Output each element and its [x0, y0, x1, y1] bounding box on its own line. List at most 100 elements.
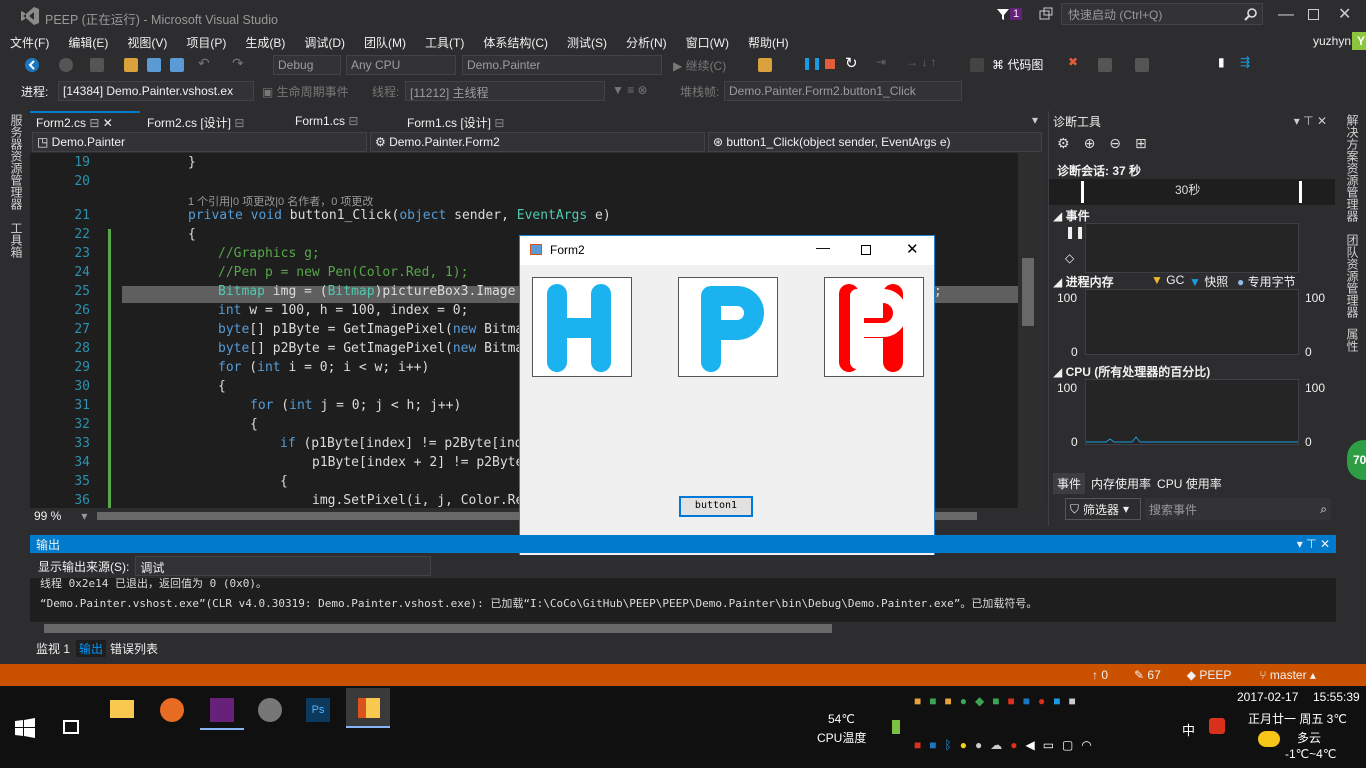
exceptions-icon[interactable]: ✖ [1068, 55, 1078, 69]
output-text[interactable]: 线程 0x2e14 已退出，返回值为 0 (0x0)。 “Demo.Painte… [30, 578, 1336, 622]
code-lens[interactable]: 1 个引用|0 项更改|0 名作者，0 项更改 [188, 193, 373, 209]
tab-form1-designer[interactable]: Form1.cs [设计] ⊟ [401, 111, 510, 131]
avatar[interactable]: Y [1352, 32, 1366, 50]
tray-app-icon[interactable]: ● [1010, 738, 1017, 752]
wechat-icon[interactable]: ● [960, 694, 967, 708]
timeline-ruler[interactable]: 30秒 [1049, 179, 1335, 205]
output-source-dropdown[interactable]: 调试 [135, 556, 432, 576]
member-dropdown[interactable]: ⊛ button1_Click(object sender, EventArgs… [708, 132, 1042, 152]
pin-icon[interactable]: ⊟ [494, 116, 504, 130]
hex-icon[interactable] [970, 58, 984, 72]
close-icon[interactable]: ✕ [906, 240, 919, 258]
class-dropdown[interactable]: ⚙ Demo.Painter.Form2 [370, 132, 705, 152]
lifecycle-events-button[interactable]: ▣ 生命周期事件 [262, 83, 349, 100]
tab-overflow-icon[interactable]: ▾ [1032, 113, 1038, 127]
pin-icon[interactable]: ⊟ [234, 116, 244, 130]
tab-form2-designer[interactable]: Form2.cs [设计] ⊟ [141, 111, 250, 131]
minimize-icon[interactable]: — [816, 239, 830, 255]
visual-studio-icon[interactable] [200, 690, 244, 730]
platform-dropdown[interactable]: Any CPU [346, 55, 456, 75]
pause-icon[interactable]: ❚❚ [802, 56, 822, 70]
menu-team[interactable]: 团队(M) [364, 34, 406, 51]
display-icon[interactable]: ▢ [1062, 738, 1073, 752]
form-app-icon[interactable] [346, 688, 390, 728]
file-explorer-icon[interactable] [100, 690, 144, 730]
netease-icon[interactable]: ● [1038, 694, 1045, 708]
bookmark-next-icon[interactable]: ⇶ [1240, 55, 1250, 69]
tray-app-icon[interactable]: ■ [1053, 694, 1060, 708]
timeline-start-handle[interactable] [1081, 181, 1084, 203]
restart-icon[interactable]: ↻ [845, 54, 858, 72]
tray-app-icon[interactable]: ■ [914, 694, 921, 708]
bookmark-icon[interactable]: ▮ [1218, 55, 1225, 69]
thread-filter-icon[interactable]: ▼ ≡ ⊗ [612, 83, 648, 97]
menu-view[interactable]: 视图(V) [127, 34, 167, 51]
maximize-icon[interactable] [1308, 9, 1319, 20]
menu-build[interactable]: 生成(B) [245, 34, 285, 51]
team-explorer-tab[interactable]: 团队资源管理器 [1344, 234, 1361, 318]
repository[interactable]: ◆ PEEP [1187, 668, 1232, 682]
tray-app-icon[interactable]: ■ [929, 738, 936, 752]
editor-scrollbar[interactable] [1018, 153, 1044, 508]
zoom-dropdown-icon[interactable]: ▾ [81, 509, 87, 523]
menu-edit[interactable]: 编辑(E) [68, 34, 108, 51]
ime-indicator[interactable]: 中 [1182, 720, 1195, 739]
power-icon[interactable]: ▭ [1043, 738, 1054, 752]
menu-analyze[interactable]: 分析(N) [626, 34, 667, 51]
security-icon[interactable]: ◆ [975, 694, 984, 708]
config-dropdown[interactable]: Debug [273, 55, 341, 75]
search-events-input[interactable]: 搜索事件 ⌕ [1145, 498, 1331, 520]
zoom-level[interactable]: 99 % [34, 509, 61, 523]
battery-icon[interactable] [892, 720, 900, 734]
tray-app-icon[interactable]: ● [960, 738, 967, 752]
solution-explorer-tab[interactable]: 解决方案资源管理器 [1344, 114, 1361, 222]
tab-form1-cs[interactable]: Form1.cs ⊟ [289, 111, 364, 131]
tab-error-list[interactable]: 错误列表 [110, 640, 158, 657]
code-map-button[interactable]: ⌘ 代码图 [992, 56, 1043, 73]
user-name[interactable]: yuzhyn [1313, 34, 1351, 48]
tab-watch-1[interactable]: 监视 1 [36, 640, 70, 657]
save-all-icon[interactable] [170, 58, 184, 72]
onedrive-icon[interactable]: ☁ [990, 738, 1002, 752]
tray-app-icon[interactable]: ■ [945, 694, 952, 708]
redo-icon[interactable]: ↷ [232, 55, 244, 72]
server-explorer-tab[interactable]: 服务器资源管理器 [8, 114, 25, 210]
panel-menu-icon[interactable]: ▾ ⊤ ✕ [1294, 114, 1327, 128]
menu-project[interactable]: 项目(P) [186, 34, 226, 51]
close-tab-icon[interactable]: ✕ [103, 116, 113, 130]
project-dropdown[interactable]: ◳ Demo.Painter [32, 132, 367, 152]
undo-icon[interactable]: ↶ [198, 55, 210, 72]
branch[interactable]: ⑂ master ▴ [1259, 668, 1316, 682]
tab-memory-usage[interactable]: 内存使用率 [1091, 475, 1151, 492]
show-next-statement-icon[interactable]: ⇥ [876, 55, 886, 69]
diamond-icon[interactable]: ◇ [1065, 251, 1074, 265]
close-icon[interactable]: ✕ [1338, 4, 1351, 24]
firefox-icon[interactable] [150, 690, 194, 730]
attach-icon[interactable] [758, 58, 772, 72]
open-file-icon[interactable] [124, 58, 138, 72]
maximize-icon[interactable] [861, 245, 871, 255]
clock-time[interactable]: 15:55:39 [1313, 690, 1360, 704]
zoom-in-icon[interactable]: ⊕ [1084, 135, 1096, 152]
tab-form2-cs[interactable]: Form2.cs ⊟ ✕ [30, 111, 140, 131]
pause-events-icon[interactable]: ❚❚ [1065, 225, 1085, 239]
panel-menu-icon[interactable]: ▾ ⊤ ✕ [1297, 537, 1330, 551]
pending-changes[interactable]: ✎ 67 [1134, 668, 1161, 682]
output-scroll-thumb[interactable] [44, 624, 832, 633]
back-icon[interactable] [24, 57, 40, 73]
menu-file[interactable]: 文件(F) [10, 34, 49, 51]
photoshop-icon[interactable]: Ps [296, 690, 340, 730]
wifi-icon[interactable]: ◠ [1081, 738, 1091, 752]
button1[interactable]: button1 [679, 496, 753, 517]
pin-icon[interactable]: ⊟ [348, 114, 358, 128]
save-icon[interactable] [147, 58, 161, 72]
menu-window[interactable]: 窗口(W) [686, 34, 729, 51]
thread-icon[interactable] [1135, 58, 1149, 72]
stop-icon[interactable] [825, 59, 835, 69]
timeline-end-handle[interactable] [1299, 181, 1302, 203]
new-project-icon[interactable] [90, 58, 104, 72]
tray-app-icon[interactable]: ■ [1007, 694, 1014, 708]
pin-icon[interactable]: ⊟ [89, 116, 99, 130]
process-dropdown[interactable]: [14384] Demo.Painter.vshost.ex [58, 81, 254, 101]
tray-app-icon[interactable]: ■ [992, 694, 999, 708]
